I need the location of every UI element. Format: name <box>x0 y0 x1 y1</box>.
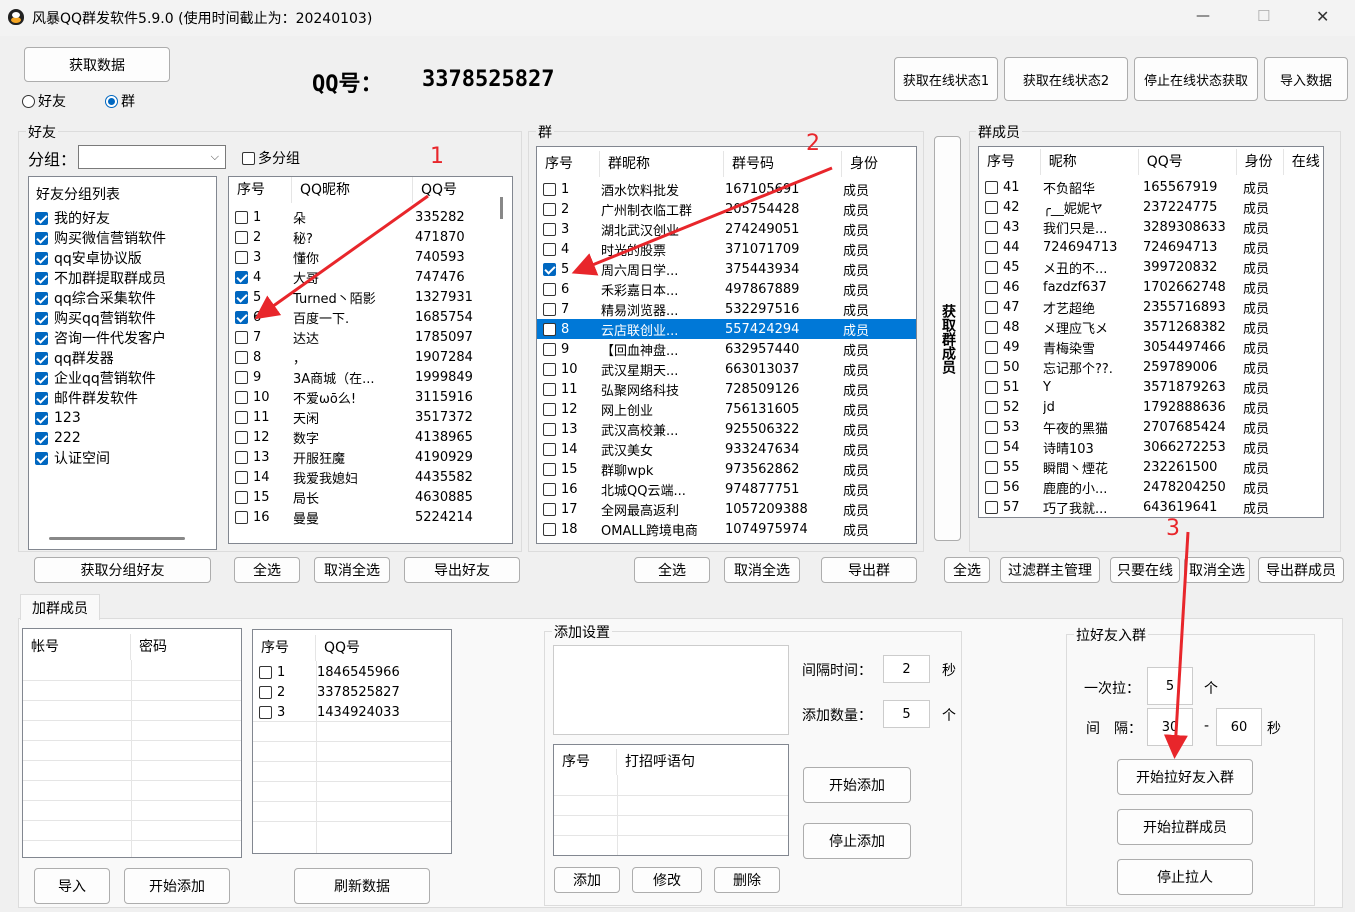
annotation-3: 3 <box>1166 516 1180 541</box>
annotation-1: 1 <box>430 144 444 169</box>
arrow-1-icon <box>254 194 429 320</box>
arrow-2-icon <box>571 166 833 276</box>
annotation-overlay: 1 2 3 <box>254 131 1190 759</box>
arrow-3-icon <box>1163 531 1190 759</box>
annotation-2: 2 <box>806 131 820 156</box>
